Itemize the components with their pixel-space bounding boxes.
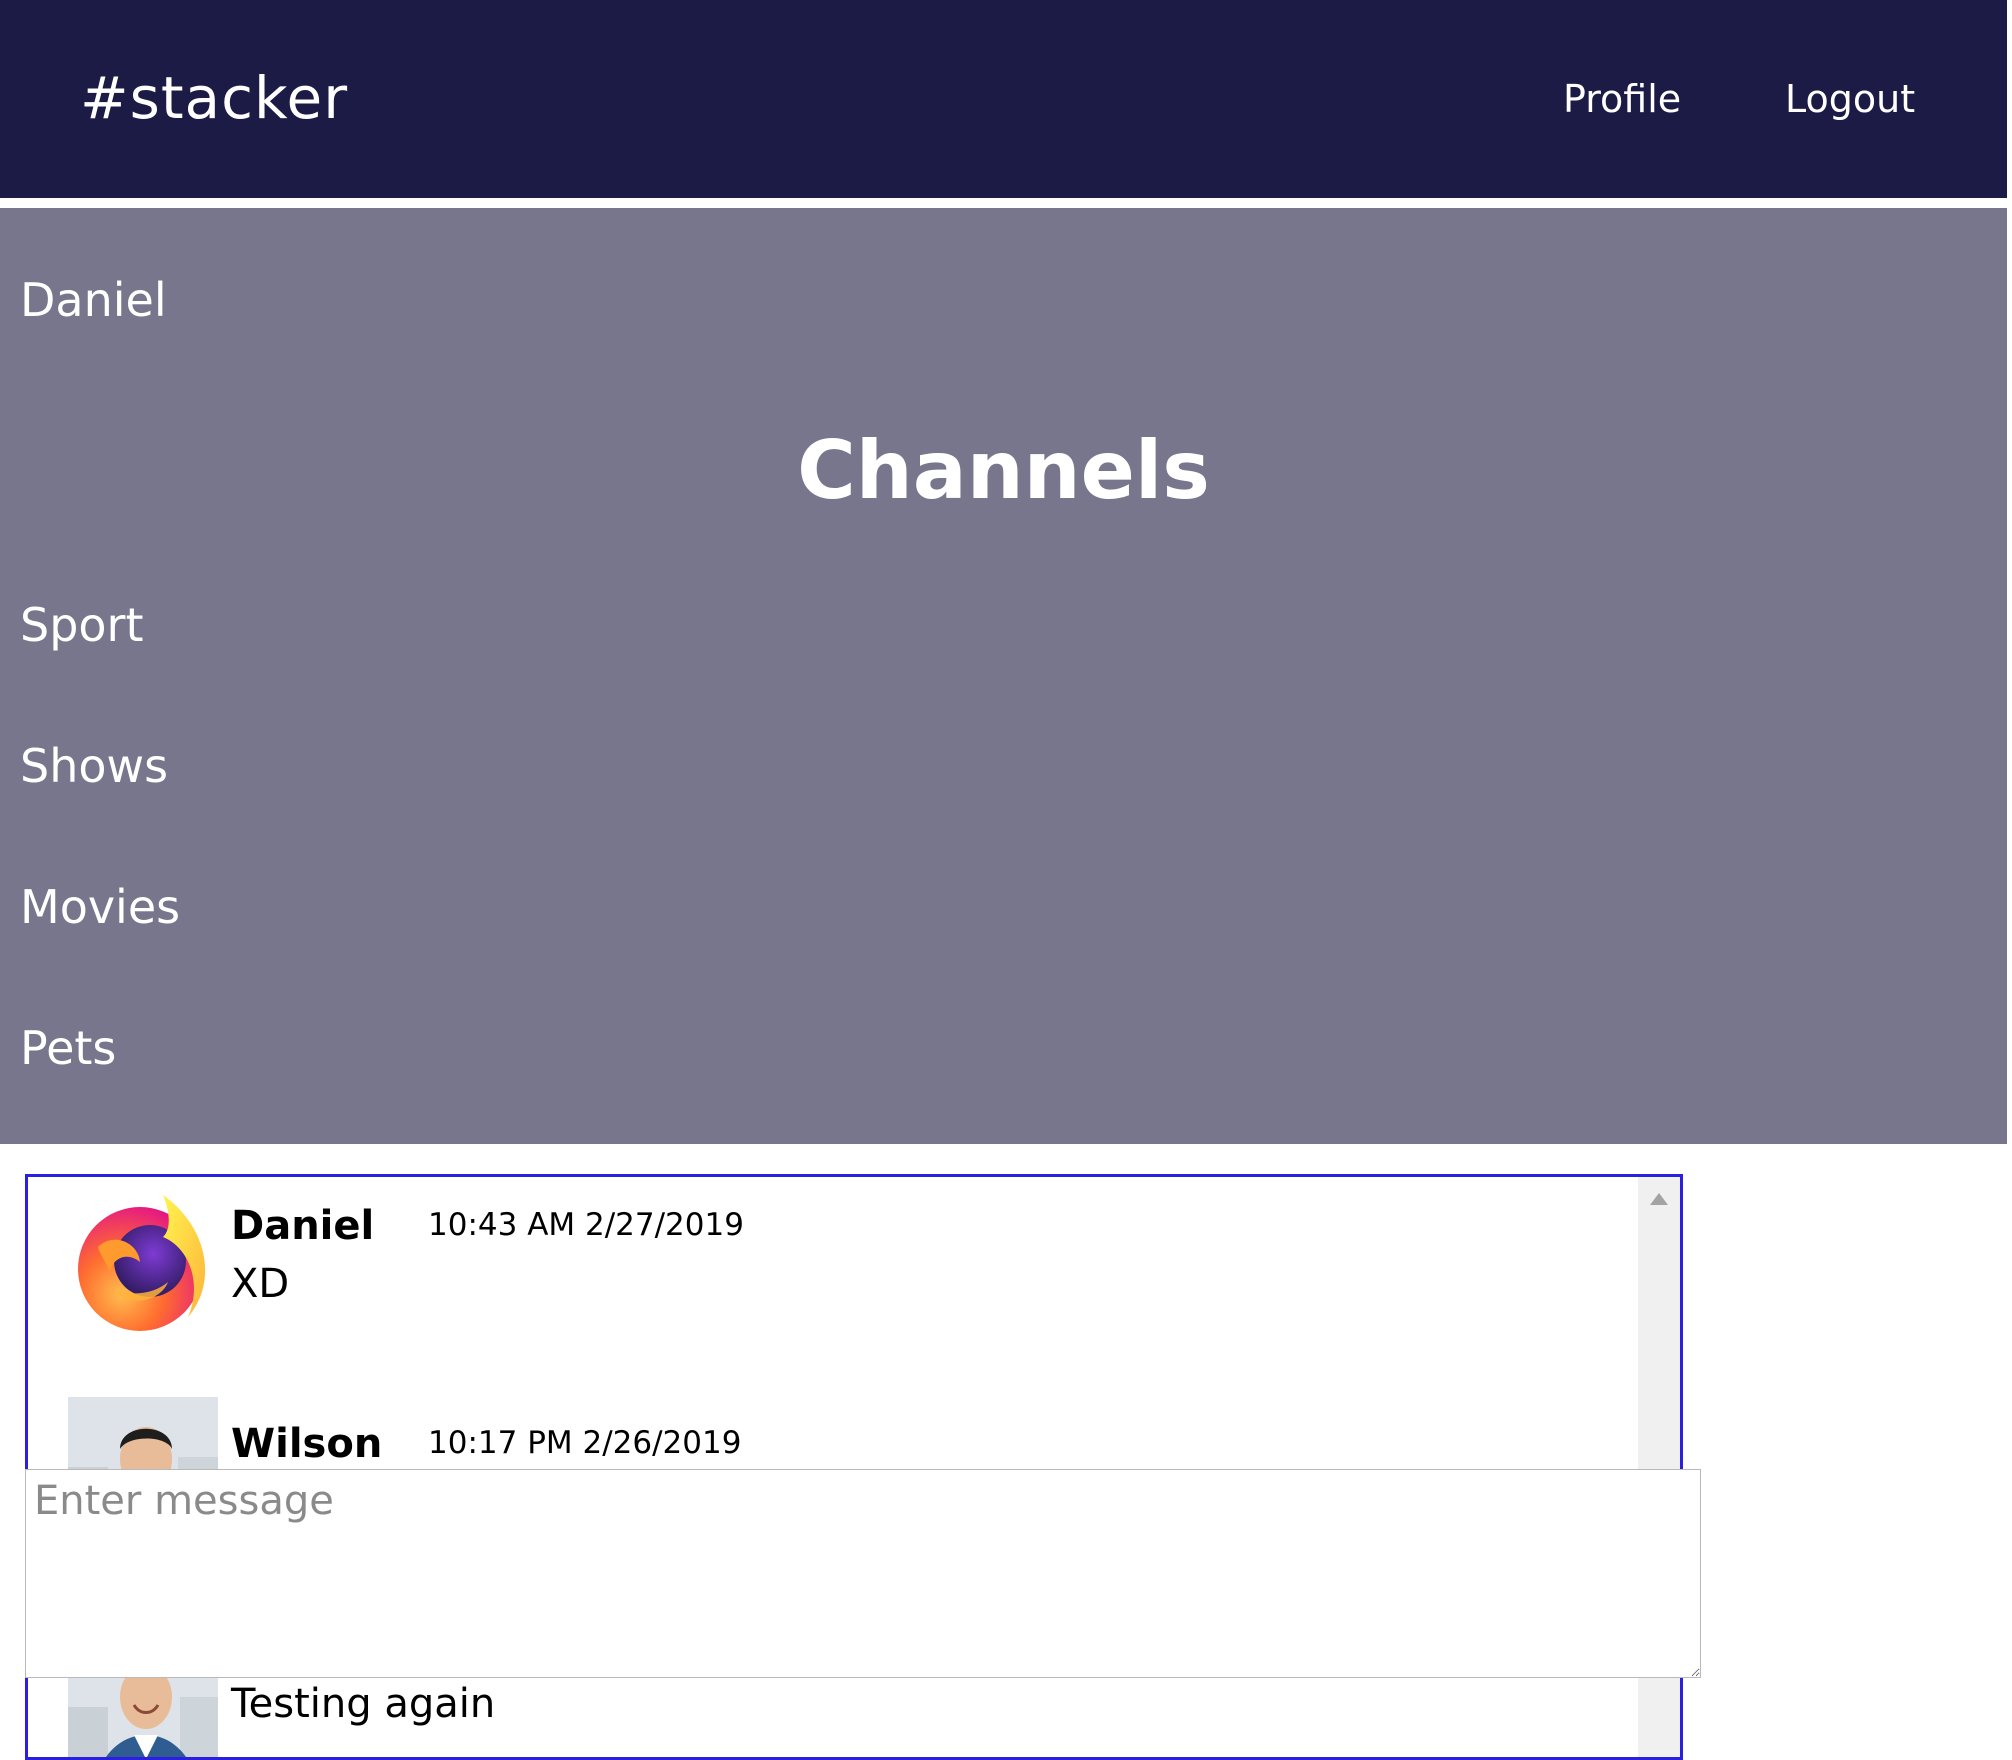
message-timestamp: 10:17 PM 2/26/2019 — [428, 1425, 742, 1461]
channels-heading: Channels — [797, 424, 1210, 517]
message-timestamp: 10:43 AM 2/27/2019 — [428, 1207, 744, 1243]
message-author[interactable]: Wilson — [231, 1419, 382, 1469]
firefox-logo-icon — [68, 1187, 218, 1337]
channel-item-shows[interactable]: Shows — [20, 736, 168, 796]
message-author[interactable]: Daniel — [231, 1201, 374, 1251]
navbar-divider — [0, 198, 2007, 208]
channel-item-pets[interactable]: Pets — [20, 1018, 116, 1078]
logout-link[interactable]: Logout — [1785, 72, 1915, 126]
channel-item-sport[interactable]: Sport — [20, 595, 144, 655]
brand-logo[interactable]: #stacker — [80, 58, 348, 138]
profile-link[interactable]: Profile — [1563, 72, 1681, 126]
user-avatar — [68, 1667, 218, 1757]
current-username: Daniel — [20, 273, 167, 327]
scroll-up-arrow-icon[interactable] — [1650, 1193, 1668, 1205]
navbar: #stacker Profile Logout — [0, 0, 2007, 198]
message-text: XD — [231, 1261, 290, 1307]
message-input[interactable] — [25, 1469, 1701, 1678]
channel-item-movies[interactable]: Movies — [20, 877, 180, 937]
channels-panel: Daniel Channels Sport Shows Movies Pets — [0, 208, 2007, 1144]
message-text: Testing again — [231, 1681, 496, 1727]
